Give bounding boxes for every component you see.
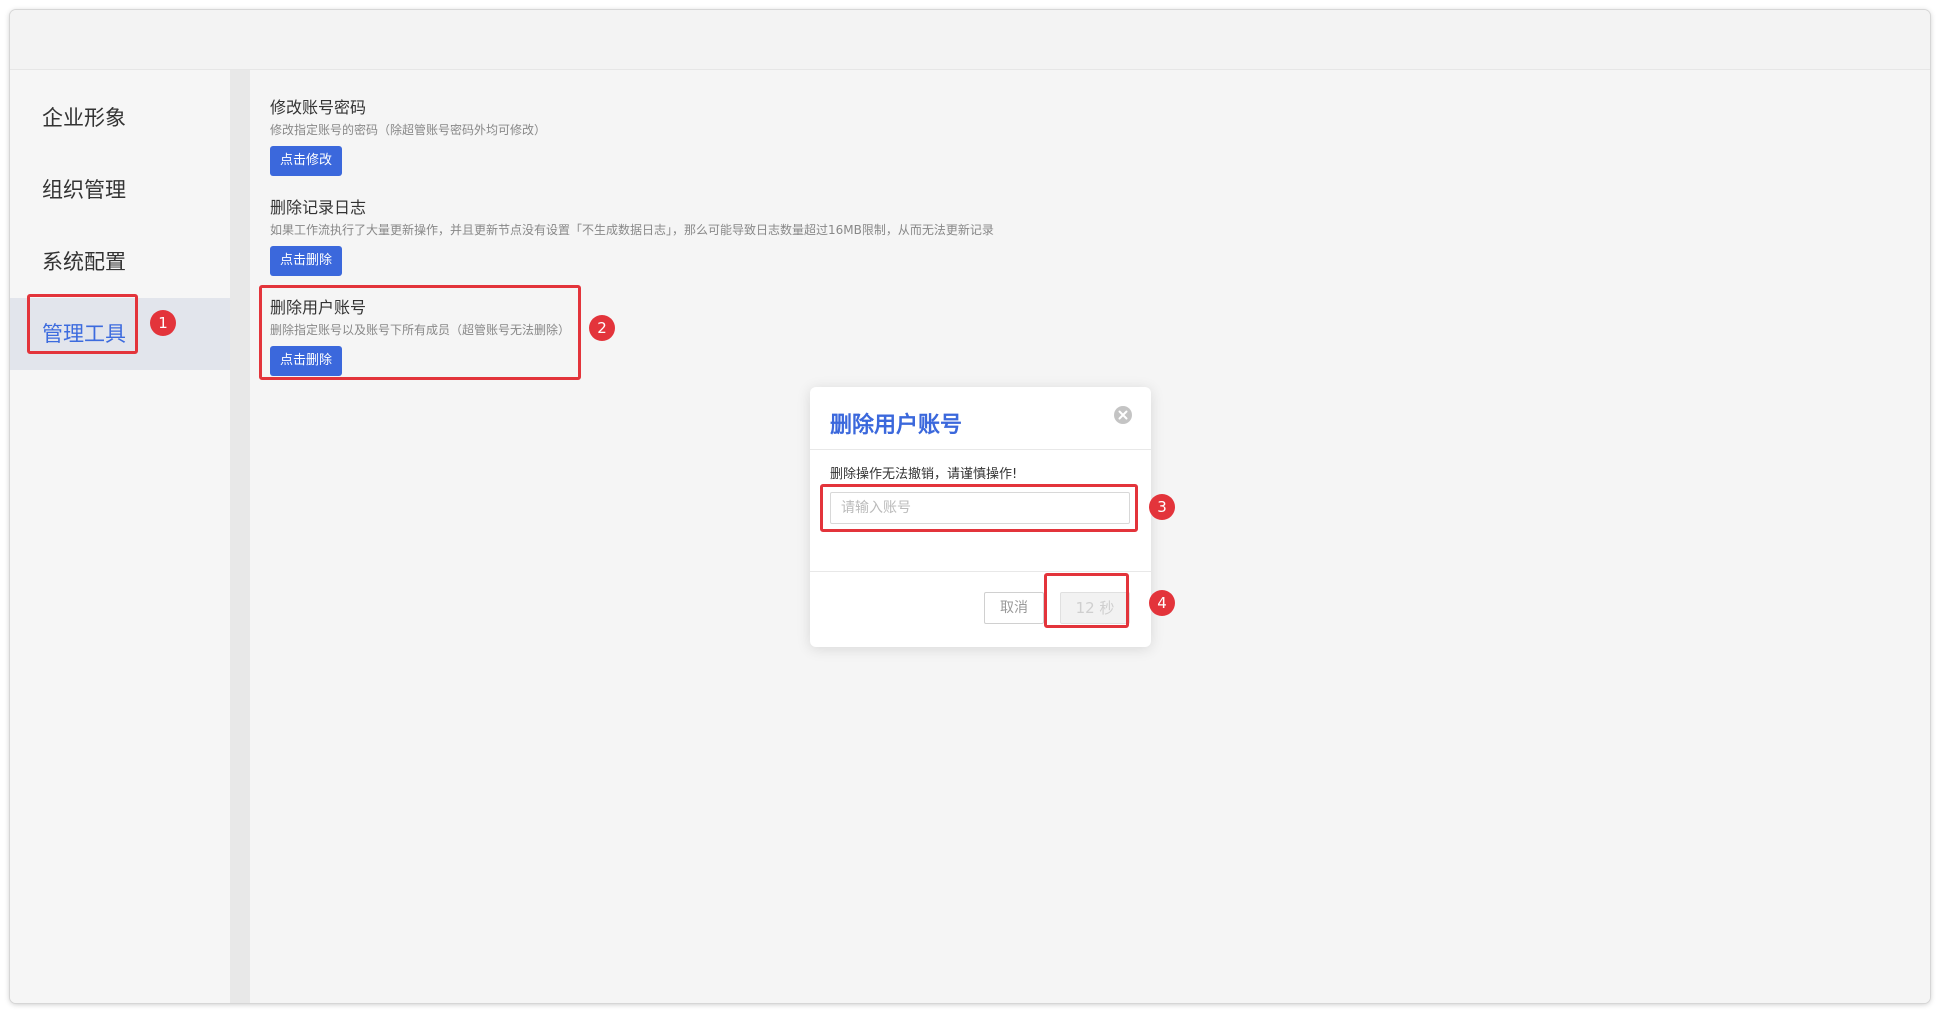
dialog-header-divider — [810, 449, 1151, 450]
sidebar: 企业形象 组织管理 系统配置 管理工具 — [10, 70, 230, 1003]
dialog-footer-divider — [810, 571, 1151, 572]
delete-account-dialog: 删除用户账号 删除操作无法撤销，请谨慎操作! 取消 12 秒 — [810, 387, 1151, 647]
top-bar — [10, 10, 1930, 70]
section-delete-logs: 删除记录日志 如果工作流执行了大量更新操作，并且更新节点没有设置「不生成数据日志… — [270, 198, 994, 276]
sidebar-divider — [230, 70, 250, 1003]
annotation-badge-2: 2 — [589, 315, 615, 341]
section-delete-account: 删除用户账号 删除指定账号以及账号下所有成员（超管账号无法删除） 点击删除 — [270, 298, 570, 376]
sidebar-item-admin-tools[interactable]: 管理工具 — [10, 298, 230, 370]
app-window: 企业形象 组织管理 系统配置 管理工具 修改账号密码 修改指定账号的密码（除超管… — [10, 10, 1930, 1003]
close-icon[interactable] — [1113, 405, 1133, 425]
section-title: 修改账号密码 — [270, 98, 367, 117]
section-title: 删除记录日志 — [270, 198, 367, 217]
annotation-badge-1: 1 — [150, 310, 176, 336]
sidebar-item-org-management[interactable]: 组织管理 — [10, 154, 230, 226]
section-description: 如果工作流执行了大量更新操作，并且更新节点没有设置「不生成数据日志」，那么可能导… — [270, 223, 994, 237]
delete-account-button[interactable]: 点击删除 — [270, 346, 343, 376]
confirm-countdown-button[interactable]: 12 秒 — [1060, 592, 1130, 624]
cancel-button[interactable]: 取消 — [984, 592, 1044, 624]
sidebar-item-brand-image[interactable]: 企业形象 — [10, 82, 230, 154]
change-password-button[interactable]: 点击修改 — [270, 146, 343, 176]
section-change-password: 修改账号密码 修改指定账号的密码（除超管账号密码外均可修改） 点击修改 — [270, 98, 546, 176]
dialog-warning-text: 删除操作无法撤销，请谨慎操作! — [830, 467, 1018, 482]
annotation-badge-3: 3 — [1149, 494, 1175, 520]
section-title: 删除用户账号 — [270, 298, 367, 317]
account-input[interactable] — [830, 492, 1130, 524]
delete-logs-button[interactable]: 点击删除 — [270, 246, 343, 276]
annotation-badge-4: 4 — [1149, 590, 1175, 616]
sidebar-item-system-config[interactable]: 系统配置 — [10, 226, 230, 298]
section-description: 删除指定账号以及账号下所有成员（超管账号无法删除） — [270, 323, 571, 337]
dialog-title: 删除用户账号 — [830, 413, 963, 438]
section-description: 修改指定账号的密码（除超管账号密码外均可修改） — [270, 123, 547, 137]
